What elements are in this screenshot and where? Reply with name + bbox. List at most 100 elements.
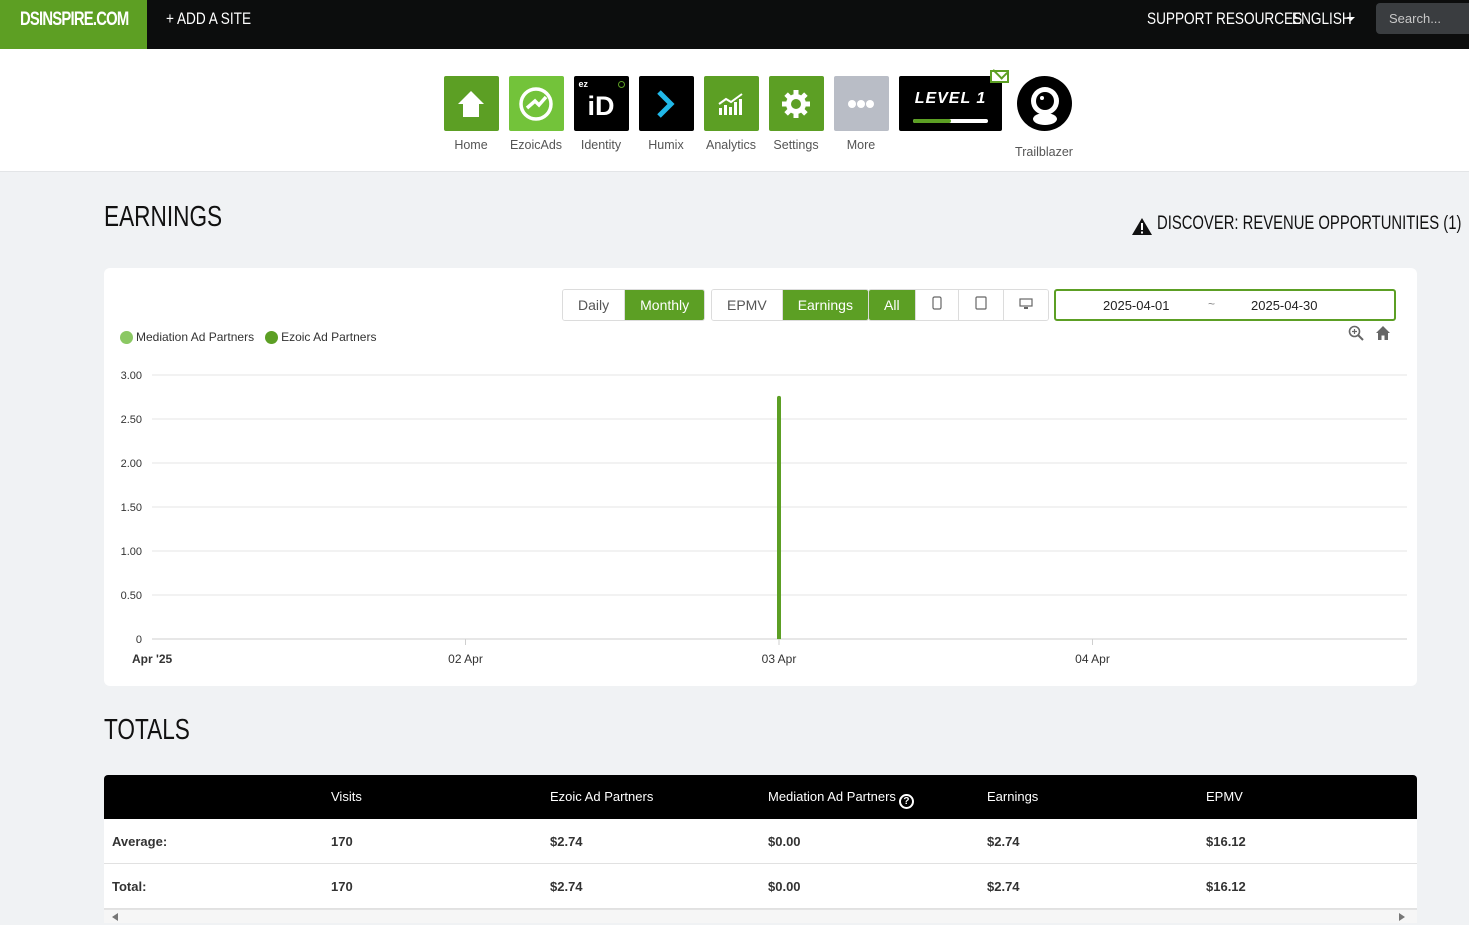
identity-logo: iD bbox=[587, 91, 615, 121]
x-tick-label: Apr '25 bbox=[132, 652, 173, 666]
discover-revenue-link[interactable]: DISCOVER: REVENUE OPPORTUNITIES (1) bbox=[1131, 213, 1469, 235]
column-header-visits: Visits bbox=[331, 789, 362, 804]
nav-settings[interactable]: Settings bbox=[761, 76, 831, 152]
legend-item-mediation[interactable]: Mediation Ad Partners bbox=[120, 330, 254, 344]
earnings-title: EARNINGS bbox=[104, 201, 255, 234]
scroll-right-icon[interactable] bbox=[1399, 913, 1405, 921]
chevron-down-icon bbox=[1347, 17, 1355, 21]
row-label: Average: bbox=[112, 834, 168, 849]
search-input[interactable] bbox=[1376, 3, 1469, 34]
trailblazer-avatar[interactable] bbox=[1017, 76, 1072, 131]
x-tick-label: 02 Apr bbox=[448, 652, 483, 666]
nav-more[interactable]: More bbox=[826, 76, 896, 152]
more-icon bbox=[833, 76, 889, 131]
add-site-label: + ADD A SITE bbox=[166, 9, 252, 28]
y-tick-label: 1.50 bbox=[121, 502, 142, 514]
nav-identity[interactable]: ez iD Identity bbox=[566, 76, 636, 152]
identity-badge: ez bbox=[578, 79, 589, 89]
column-header-mediation-label: Mediation Ad Partners bbox=[768, 789, 896, 804]
metric-toggle: EPMV Earnings bbox=[711, 289, 869, 321]
status-dot-icon bbox=[617, 81, 625, 88]
legend-dot-ezoic bbox=[265, 330, 279, 344]
date-range-picker[interactable]: 2025-04-01 ~ 2025-04-30 bbox=[1054, 289, 1396, 321]
y-tick-label: 3.00 bbox=[121, 370, 142, 382]
nav-label-home: Home bbox=[454, 138, 488, 152]
cell-visits: 170 bbox=[331, 879, 353, 894]
scroll-left-icon[interactable] bbox=[112, 913, 118, 921]
cell-earnings: $2.74 bbox=[987, 879, 1020, 894]
ezoicads-icon bbox=[508, 76, 564, 131]
tablet-button[interactable] bbox=[958, 290, 1004, 320]
bar-cap bbox=[777, 395, 781, 400]
cell-mediation: $0.00 bbox=[768, 879, 801, 894]
warning-icon bbox=[1132, 218, 1152, 235]
earnings-button[interactable]: Earnings bbox=[782, 290, 868, 320]
legend-dot-mediation bbox=[120, 330, 133, 344]
daily-button[interactable]: Daily bbox=[563, 290, 626, 320]
nav-label-analytics: Analytics bbox=[705, 138, 757, 152]
help-icon[interactable]: ? bbox=[898, 794, 914, 809]
app-nav-panel: Home EzoicAds ez iD Identity Humix Analy… bbox=[0, 49, 1469, 172]
legend-label-ezoic: Ezoic Ad Partners bbox=[281, 330, 377, 344]
legend-label-mediation: Mediation Ad Partners bbox=[136, 330, 255, 344]
date-to: 2025-04-30 bbox=[1251, 298, 1318, 313]
cell-ezoic: $2.74 bbox=[550, 879, 583, 894]
support-label: SUPPORT RESOURCES bbox=[1147, 9, 1303, 28]
level-badge[interactable]: LEVEL 1 bbox=[899, 76, 1002, 131]
earnings-title-text: EARNINGS bbox=[104, 201, 223, 233]
mail-icon[interactable] bbox=[990, 70, 1009, 83]
nav-label-settings: Settings bbox=[773, 138, 819, 152]
cell-ezoic: $2.74 bbox=[550, 834, 583, 849]
y-tick-label: 0 bbox=[136, 634, 142, 646]
nav-ezoicads[interactable]: EzoicAds bbox=[501, 76, 571, 152]
all-devices-button[interactable]: All bbox=[869, 290, 916, 320]
legend-item-ezoic[interactable]: Ezoic Ad Partners bbox=[265, 330, 376, 344]
row-label: Total: bbox=[112, 879, 147, 894]
language-dropdown[interactable]: ENGLISH bbox=[1292, 0, 1367, 38]
astronaut-icon bbox=[1030, 86, 1059, 125]
period-toggle: Daily Monthly bbox=[562, 289, 706, 321]
totals-table: Visits Ezoic Ad Partners Mediation Ad Pa… bbox=[104, 775, 1417, 909]
identity-icon: ez iD bbox=[573, 76, 629, 131]
monthly-button[interactable]: Monthly bbox=[625, 290, 705, 320]
nav-humix[interactable]: Humix bbox=[631, 76, 701, 152]
level-label: LEVEL 1 bbox=[914, 90, 987, 107]
totals-title-text: TOTALS bbox=[104, 714, 190, 746]
column-header-mediation: Mediation Ad Partners? bbox=[768, 775, 914, 819]
brand-name: DSINSPIRE.COM bbox=[20, 9, 129, 30]
earnings-chart-card: Daily Monthly EPMV Earnings All 2025-04-… bbox=[104, 268, 1417, 686]
analytics-icon bbox=[703, 76, 759, 131]
totals-title: TOTALS bbox=[104, 714, 214, 747]
mobile-button[interactable] bbox=[915, 290, 959, 320]
gear-icon bbox=[768, 76, 824, 131]
y-tick-label: 2.00 bbox=[121, 458, 142, 470]
nav-analytics[interactable]: Analytics bbox=[696, 76, 766, 152]
x-tick-label: 04 Apr bbox=[1075, 652, 1110, 666]
nav-home[interactable]: Home bbox=[436, 76, 506, 152]
level-progress-bar bbox=[913, 119, 988, 123]
cell-earnings: $2.74 bbox=[987, 834, 1020, 849]
y-tick-label: 0.50 bbox=[121, 590, 142, 602]
column-header-earnings: Earnings bbox=[987, 789, 1039, 804]
nav-label-ezoicads: EzoicAds bbox=[509, 138, 563, 152]
reset-zoom-home-icon[interactable] bbox=[1375, 325, 1391, 341]
add-site-link[interactable]: + ADD A SITE bbox=[166, 0, 272, 40]
nav-label-identity: Identity bbox=[580, 138, 622, 152]
chart-legend: Mediation Ad Partners Ezoic Ad Partners bbox=[120, 330, 376, 344]
zoom-icon[interactable] bbox=[1348, 325, 1364, 341]
desktop-button[interactable] bbox=[1003, 290, 1048, 320]
brand-logo[interactable]: DSINSPIRE.COM bbox=[0, 0, 147, 49]
column-header-epmv: EPMV bbox=[1206, 789, 1243, 804]
date-separator: ~ bbox=[1208, 297, 1216, 311]
home-icon bbox=[443, 76, 499, 131]
tablet-icon bbox=[974, 296, 987, 310]
bar-ezoic-ad-partners bbox=[777, 397, 781, 639]
desktop-icon bbox=[1018, 298, 1033, 309]
level-progress-fill bbox=[913, 119, 951, 123]
device-toggle: All bbox=[868, 289, 1049, 321]
nav-label-more: More bbox=[846, 138, 876, 152]
humix-icon bbox=[638, 76, 694, 131]
horizontal-scrollbar[interactable] bbox=[104, 909, 1417, 923]
cell-epmv: $16.12 bbox=[1206, 879, 1246, 894]
epmv-button[interactable]: EPMV bbox=[712, 290, 783, 320]
